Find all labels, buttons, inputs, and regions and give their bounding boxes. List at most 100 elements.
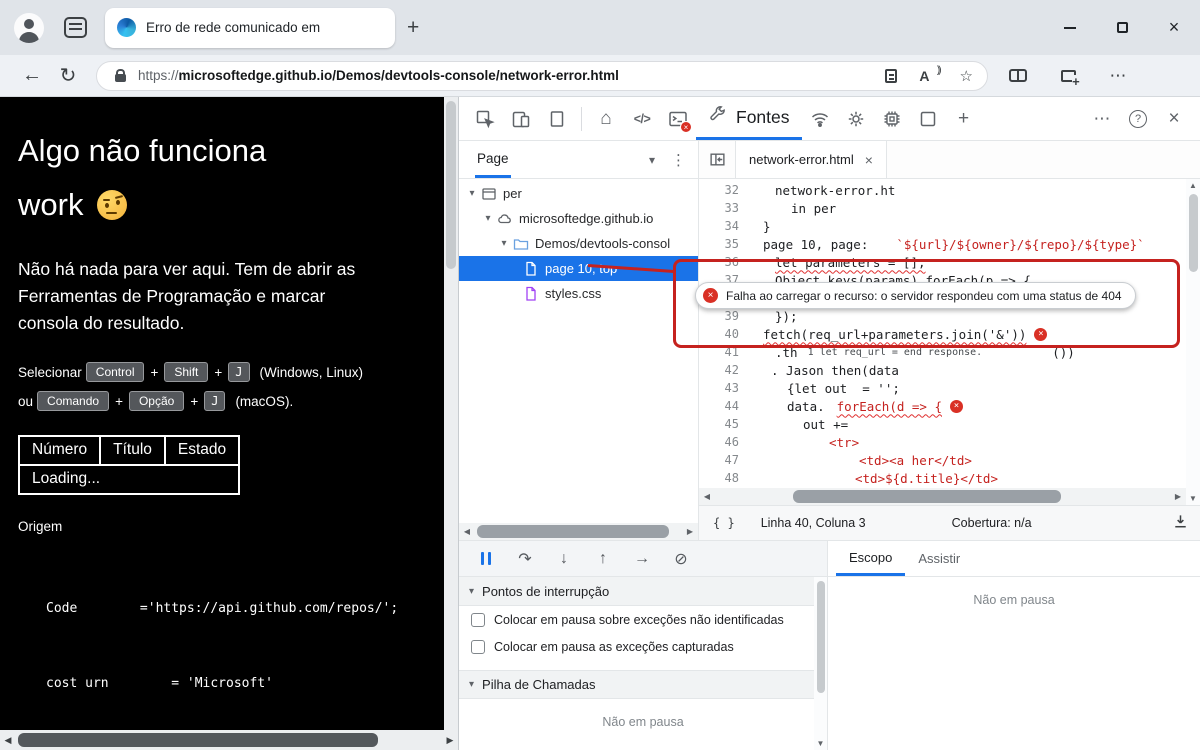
elements-tab-icon[interactable]: </>	[624, 101, 660, 137]
pause-caught-row[interactable]: Colocar em pausa as exceções capturadas	[459, 633, 827, 660]
checkbox[interactable]	[471, 639, 485, 654]
collections-icon[interactable]	[1050, 59, 1086, 93]
collapse-arrow-icon[interactable]: ▾	[469, 586, 474, 597]
vertical-scrollbar[interactable]: ▼	[814, 577, 827, 750]
tab-watch[interactable]: Assistir	[905, 541, 973, 576]
collapse-arrow-icon[interactable]: ▾	[469, 679, 474, 690]
callstack-section-header[interactable]: ▾ Pilha de Chamadas	[459, 670, 827, 699]
inspect-element-icon[interactable]	[467, 101, 503, 137]
line-number[interactable]: 46	[699, 435, 751, 449]
step-into-icon[interactable]: ↓	[553, 548, 575, 570]
pause-uncaught-row[interactable]: Colocar em pausa sobre exceções não iden…	[459, 606, 827, 633]
line-number[interactable]: 48	[699, 471, 751, 485]
frame-select-icon[interactable]	[539, 101, 575, 137]
tab-sources[interactable]: Fontes	[696, 97, 802, 140]
reader-icon[interactable]	[885, 68, 898, 83]
editor-file-tab[interactable]: network-error.html ×	[735, 141, 887, 178]
scroll-right-icon[interactable]: ▶	[1170, 492, 1186, 501]
favorite-star-icon[interactable]: ☆	[960, 67, 973, 85]
code-line[interactable]: 43 {let out = '';	[699, 379, 1186, 397]
code-line[interactable]: 32 network-error.ht	[699, 181, 1186, 199]
minimize-button[interactable]	[1044, 0, 1096, 55]
scrollbar-thumb[interactable]	[18, 733, 378, 747]
split-screen-icon[interactable]	[1000, 59, 1036, 93]
line-number[interactable]: 47	[699, 453, 751, 467]
line-number[interactable]: 33	[699, 201, 751, 215]
deactivate-breakpoints-icon[interactable]: ⊘	[670, 548, 692, 570]
code-line[interactable]: 47 <td><a her</td>	[699, 451, 1186, 469]
browser-tab[interactable]: Erro de rede comunicado em	[105, 7, 395, 48]
scroll-right-icon[interactable]: ▶	[442, 735, 458, 746]
line-number[interactable]: 40	[699, 327, 751, 341]
error-icon[interactable]	[1034, 327, 1048, 341]
line-number[interactable]: 44	[699, 399, 751, 413]
code-line[interactable]: 33 in per	[699, 199, 1186, 217]
step-out-icon[interactable]: ↑	[592, 548, 614, 570]
horizontal-scrollbar[interactable]: ◀ ▶	[0, 730, 458, 750]
expand-arrow-icon[interactable]: ▾	[481, 213, 495, 224]
close-button[interactable]: ×	[1148, 0, 1200, 55]
code-line[interactable]: 34}	[699, 217, 1186, 235]
navigator-collapse-icon[interactable]	[699, 151, 735, 168]
code-line[interactable]: 41 .th 1 let req_url = end response. ())	[699, 343, 1186, 361]
pause-icon[interactable]	[475, 548, 497, 570]
pretty-print-button[interactable]: { }	[713, 516, 735, 530]
line-number[interactable]: 35	[699, 237, 751, 251]
horizontal-scrollbar[interactable]: ◀ ▶	[699, 488, 1186, 505]
breakpoints-section-header[interactable]: ▾ Pontos de interrupção	[459, 577, 827, 606]
scroll-left-icon[interactable]: ◀	[699, 492, 715, 501]
more-tools-icon[interactable]: +	[946, 101, 982, 137]
new-tab-button[interactable]: +	[407, 16, 419, 40]
code-line[interactable]: 48 <td>${d.title}</td>	[699, 469, 1186, 487]
line-number[interactable]: 42	[699, 363, 751, 377]
line-number[interactable]: 36	[699, 255, 751, 269]
tree-item-origin[interactable]: ▾ microsoftedge.github.io	[459, 206, 698, 231]
line-number[interactable]: 34	[699, 219, 751, 233]
scroll-down-icon[interactable]: ▼	[817, 737, 825, 750]
console-tab-icon[interactable]	[660, 101, 696, 137]
line-number[interactable]: 39	[699, 309, 751, 323]
code-line[interactable]: 35 page 10, page: `${url}/${owner}/${repo}…	[699, 235, 1186, 253]
close-tab-icon[interactable]: ×	[865, 152, 873, 168]
devtools-help-icon[interactable]: ?	[1120, 101, 1156, 137]
scroll-left-icon[interactable]: ◀	[0, 735, 16, 746]
checkbox[interactable]	[471, 612, 485, 627]
expand-arrow-icon[interactable]: ▾	[465, 188, 479, 199]
tree-item-folder[interactable]: ▾ Demos/devtools-consol	[459, 231, 698, 256]
devtools-close-icon[interactable]: ×	[1156, 101, 1192, 137]
chevron-down-icon[interactable]: ▾	[649, 153, 655, 167]
read-aloud-icon[interactable]: A	[919, 65, 939, 84]
vertical-scrollbar[interactable]: ▲ ▼	[1186, 179, 1200, 505]
horizontal-scrollbar[interactable]: ◀ ▶	[459, 523, 698, 540]
address-bar[interactable]: https://microsoftedge.github.io/Demos/de…	[96, 60, 988, 91]
performance-tab-icon[interactable]	[838, 101, 874, 137]
code-editor[interactable]: 32 network-error.ht 33 in per 34} 35 page 1…	[699, 179, 1186, 489]
line-number[interactable]: 32	[699, 183, 751, 197]
tree-item-styles[interactable]: styles.css	[459, 281, 698, 306]
settings-more-icon[interactable]: ⋯	[1100, 59, 1136, 93]
scrollbar-thumb[interactable]	[446, 101, 456, 269]
scrollbar-thumb[interactable]	[816, 581, 825, 693]
code-line[interactable]: 42 . Jason then(data	[699, 361, 1186, 379]
scroll-down-icon[interactable]: ▼	[1189, 492, 1197, 505]
devtools-more-icon[interactable]: ⋯	[1084, 101, 1120, 137]
memory-tab-icon[interactable]	[874, 101, 910, 137]
network-tab-icon[interactable]	[802, 101, 838, 137]
scroll-up-icon[interactable]: ▲	[1189, 179, 1197, 192]
error-icon[interactable]	[950, 399, 963, 413]
download-icon[interactable]	[1171, 512, 1190, 534]
more-options-icon[interactable]: ⋮	[671, 151, 686, 169]
line-number[interactable]: 45	[699, 417, 751, 431]
line-number[interactable]: 41	[699, 345, 751, 359]
scrollbar-thumb[interactable]	[1188, 194, 1198, 272]
code-line[interactable]: 39});	[699, 307, 1186, 325]
tab-actions-icon[interactable]	[64, 17, 87, 38]
scrollbar-thumb[interactable]	[793, 490, 1061, 503]
refresh-button[interactable]: ↻	[50, 59, 86, 93]
tab-scope[interactable]: Escopo	[836, 541, 906, 576]
tree-item-frame[interactable]: ▾ per	[459, 181, 698, 206]
step-icon[interactable]: →	[631, 548, 653, 570]
application-tab-icon[interactable]	[910, 101, 946, 137]
lock-icon[interactable]	[115, 69, 126, 82]
step-over-icon[interactable]: ↷	[514, 548, 536, 570]
